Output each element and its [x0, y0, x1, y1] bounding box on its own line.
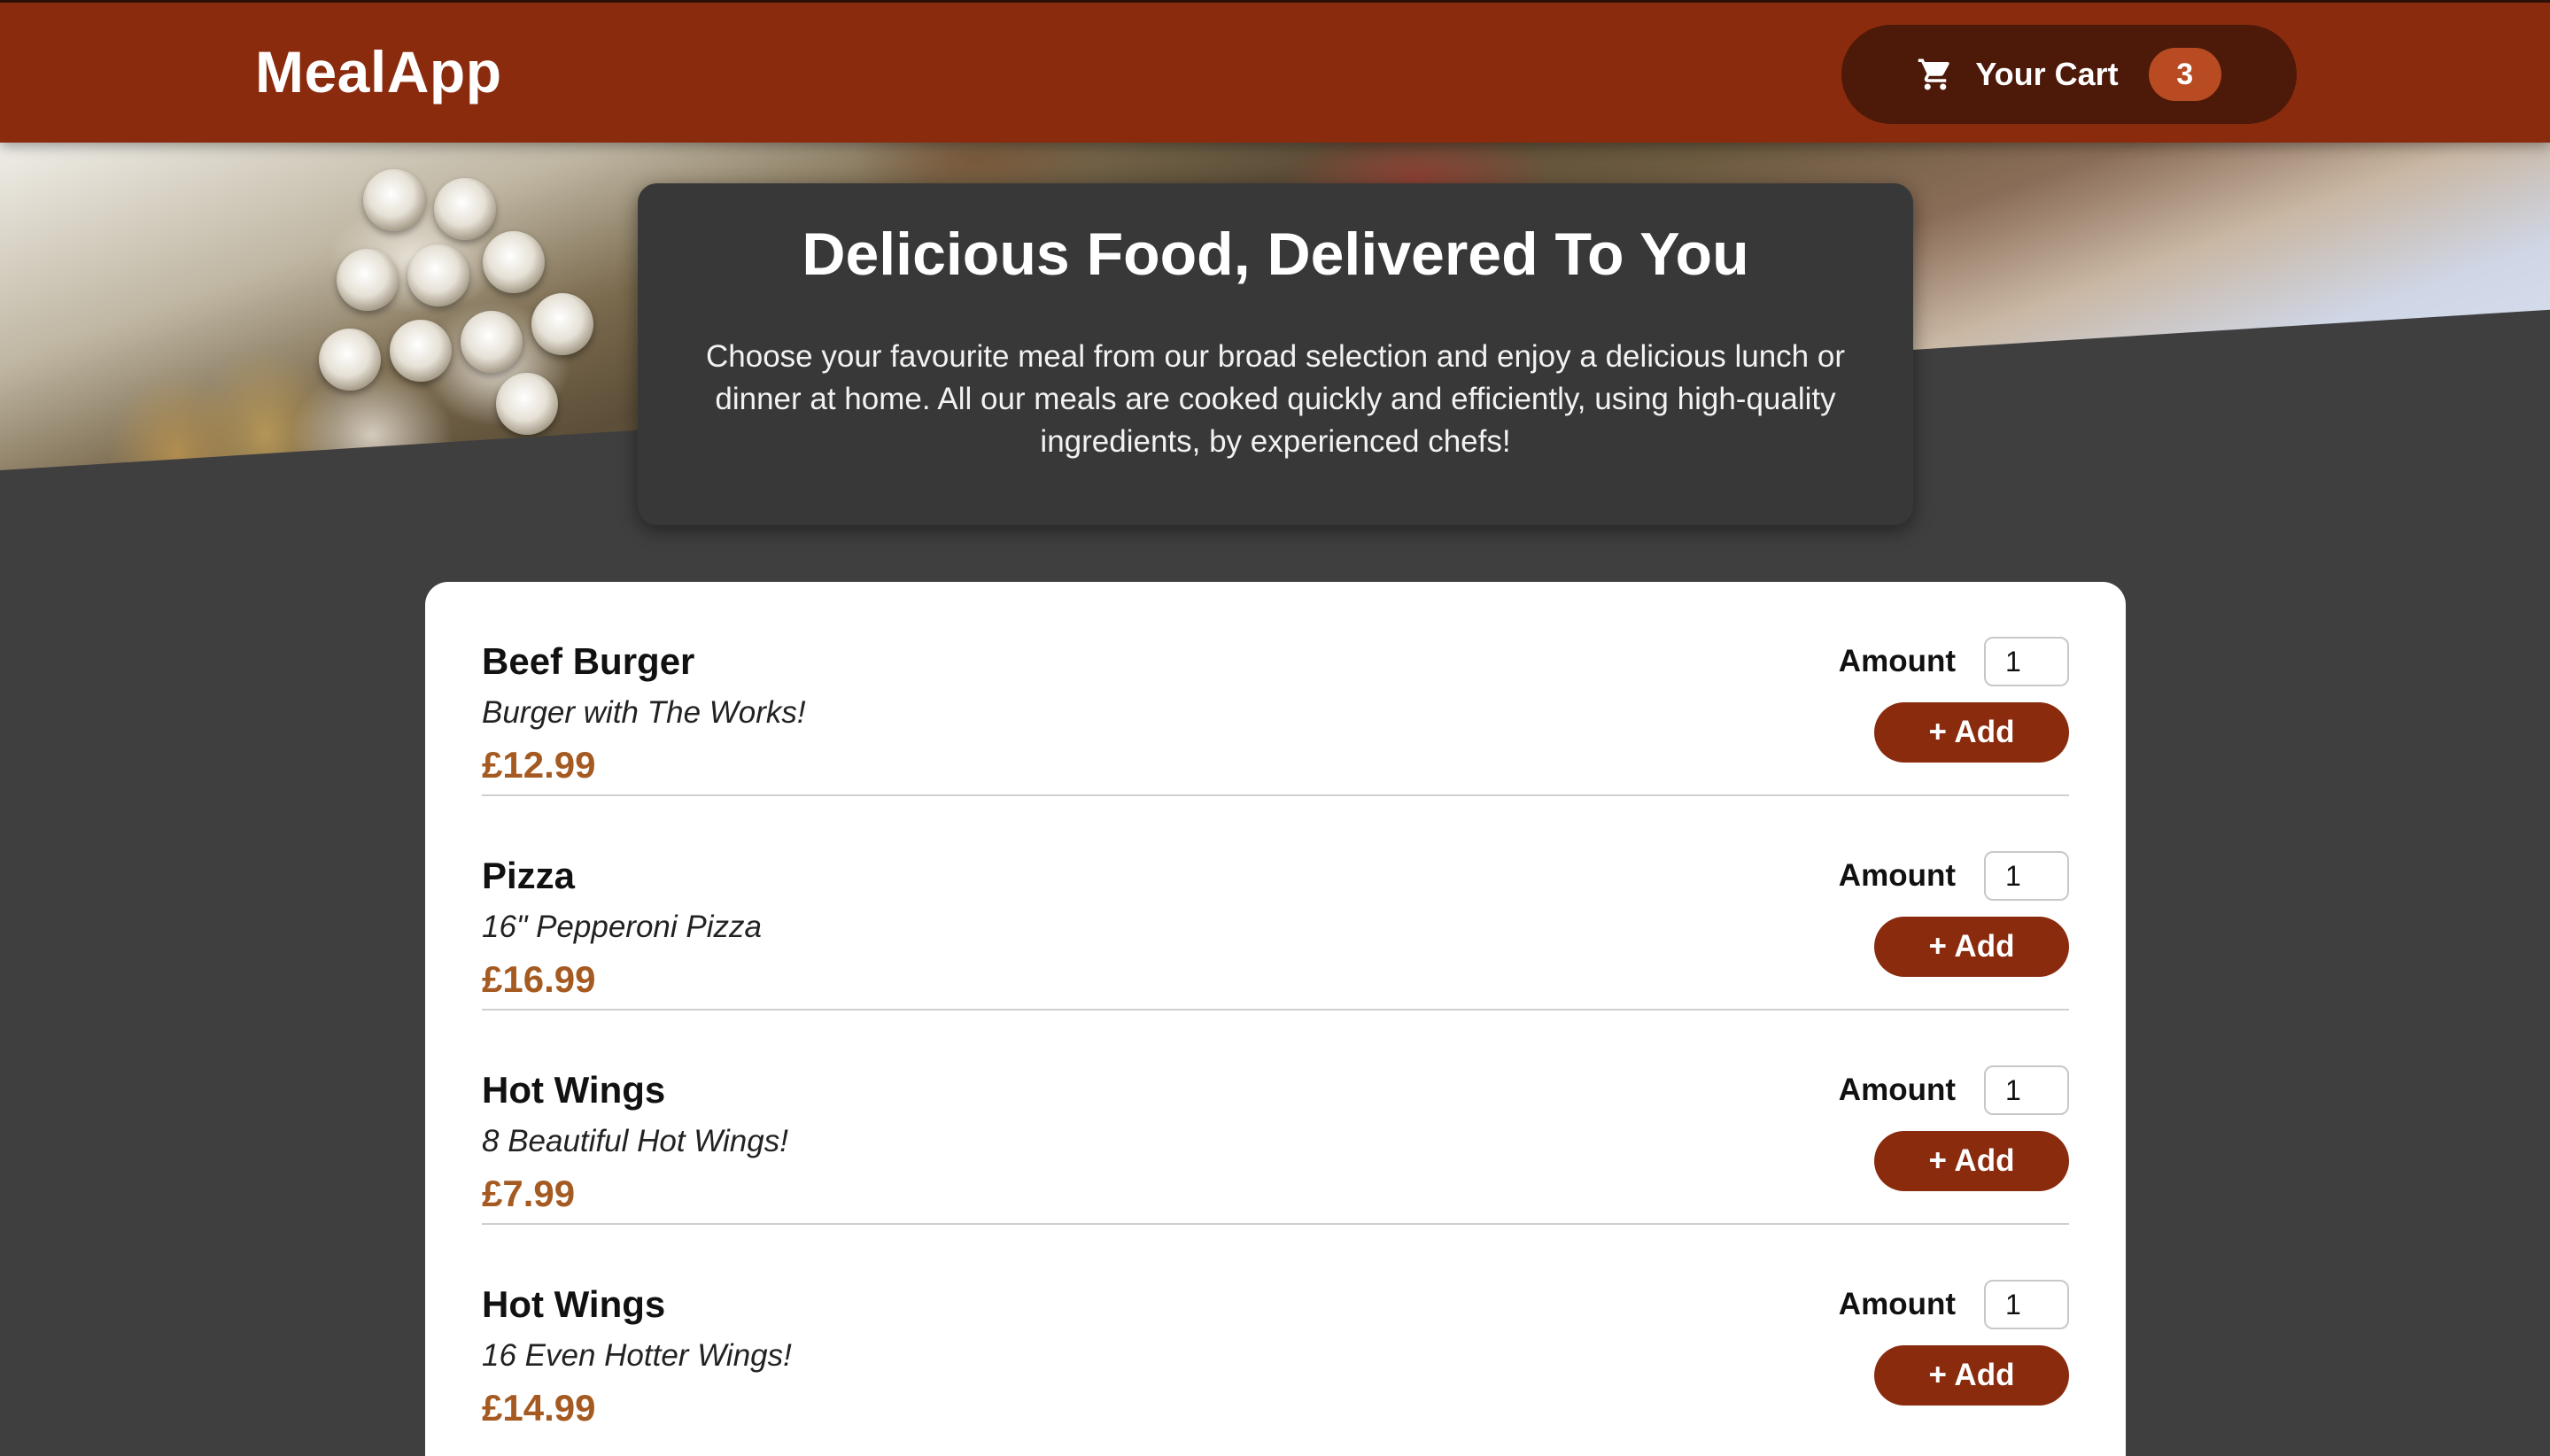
- cart-icon: [1917, 56, 1954, 93]
- meal-price: £12.99: [482, 744, 596, 786]
- meal-name: Beef Burger: [482, 640, 695, 682]
- amount-control: Amount: [1839, 851, 2069, 901]
- amount-input[interactable]: [1984, 1065, 2069, 1115]
- summary-title: Delicious Food, Delivered To You: [802, 221, 1749, 288]
- meal-price: £16.99: [482, 958, 596, 1000]
- add-to-cart-button[interactable]: + Add: [1874, 917, 2069, 977]
- summary-card: Delicious Food, Delivered To You Choose …: [638, 183, 1913, 525]
- amount-label: Amount: [1838, 858, 1956, 893]
- amount-control: Amount: [1839, 1280, 2069, 1329]
- meals-list: Beef Burger Burger with The Works! £12.9…: [425, 582, 2126, 1456]
- page: MealApp Your Cart 3 Delicious Food, Deli…: [0, 0, 2550, 1456]
- meal-description: Burger with The Works!: [482, 695, 806, 730]
- cart-label: Your Cart: [1975, 56, 2119, 92]
- add-to-cart-button[interactable]: + Add: [1874, 702, 2069, 763]
- meal-item: Hot Wings 16 Even Hotter Wings! £14.99 A…: [482, 1225, 2069, 1439]
- summary-text: Choose your favourite meal from our broa…: [706, 339, 1845, 459]
- meal-item: Hot Wings 8 Beautiful Hot Wings! £7.99 A…: [482, 1011, 2069, 1225]
- amount-control: Amount: [1839, 637, 2069, 686]
- meal-description: 16" Pepperoni Pizza: [482, 910, 762, 944]
- app-header: MealApp Your Cart 3: [0, 0, 2550, 143]
- meal-item: Beef Burger Burger with The Works! £12.9…: [482, 582, 2069, 796]
- meal-name: Pizza: [482, 855, 576, 896]
- amount-label: Amount: [1838, 1073, 1956, 1107]
- meal-name: Hot Wings: [482, 1069, 666, 1111]
- cart-button[interactable]: Your Cart 3: [1841, 25, 2297, 124]
- amount-input[interactable]: [1984, 851, 2069, 901]
- add-to-cart-button[interactable]: + Add: [1874, 1131, 2069, 1191]
- cart-count-badge: 3: [2148, 48, 2221, 101]
- amount-label: Amount: [1838, 644, 1956, 678]
- amount-input[interactable]: [1984, 637, 2069, 686]
- add-to-cart-button[interactable]: + Add: [1874, 1345, 2069, 1406]
- amount-label: Amount: [1838, 1287, 1956, 1321]
- amount-control: Amount: [1839, 1065, 2069, 1115]
- meal-name: Hot Wings: [482, 1283, 666, 1325]
- meal-price: £14.99: [482, 1387, 596, 1429]
- meal-price: £7.99: [482, 1173, 576, 1214]
- meal-description: 8 Beautiful Hot Wings!: [482, 1124, 788, 1158]
- amount-input[interactable]: [1984, 1280, 2069, 1329]
- app-logo: MealApp: [255, 39, 502, 105]
- meal-item: Pizza 16" Pepperoni Pizza £16.99 Amount …: [482, 796, 2069, 1011]
- meal-description: 16 Even Hotter Wings!: [482, 1338, 792, 1373]
